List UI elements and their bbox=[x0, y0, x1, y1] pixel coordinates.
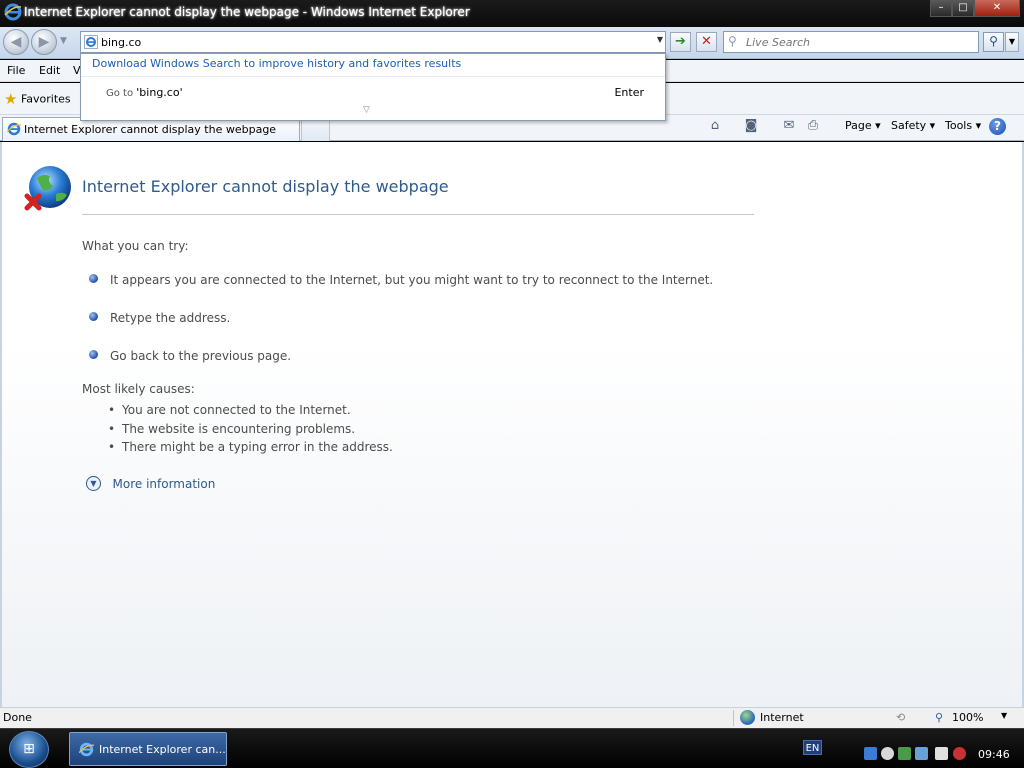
title-bar: Internet Explorer cannot display the web… bbox=[0, 0, 1024, 27]
bullet-icon bbox=[89, 274, 98, 283]
page-content: Internet Explorer cannot display the web… bbox=[0, 142, 1024, 707]
menu-file[interactable]: File bbox=[7, 64, 25, 77]
ie-page-icon bbox=[84, 35, 98, 49]
cause-item: • The website is encountering problems. bbox=[108, 422, 356, 436]
language-indicator[interactable]: EN bbox=[803, 740, 822, 755]
window-title: Internet Explorer cannot display the web… bbox=[24, 5, 470, 19]
search-options-icon[interactable]: ▼ bbox=[1005, 32, 1019, 52]
autocomplete-dropdown: Download Windows Search to improve histo… bbox=[80, 53, 666, 121]
address-dropdown-icon[interactable]: ▼ bbox=[657, 35, 663, 44]
search-box[interactable]: ⚲ bbox=[723, 31, 979, 53]
back-button[interactable]: ◀ bbox=[3, 29, 29, 55]
causes-heading: Most likely causes: bbox=[82, 382, 195, 396]
try-item: Retype the address. bbox=[110, 311, 231, 325]
search-button[interactable]: ⚲ bbox=[983, 32, 1004, 52]
download-windows-search-link[interactable]: Download Windows Search to improve histo… bbox=[92, 57, 461, 70]
bullet-icon bbox=[89, 312, 98, 321]
tools-menu[interactable]: Tools ▾ bbox=[945, 119, 981, 132]
help-icon[interactable]: ? bbox=[989, 118, 1006, 135]
taskbar: ⊞ Internet Explorer can... EN 09:46 bbox=[0, 728, 1024, 768]
enter-hint: Enter bbox=[614, 86, 644, 99]
page-background bbox=[2, 342, 1022, 707]
ie-page-icon bbox=[7, 122, 21, 136]
star-icon: ★ bbox=[4, 90, 18, 108]
status-divider bbox=[733, 710, 734, 726]
status-text: Done bbox=[3, 711, 32, 724]
stop-button[interactable]: ✕ bbox=[696, 32, 717, 52]
security-zone[interactable]: Internet bbox=[760, 711, 804, 724]
tray-app-icon[interactable] bbox=[935, 747, 948, 760]
internet-zone-icon bbox=[740, 710, 755, 725]
more-information-toggle[interactable]: ▼ More information bbox=[86, 476, 215, 491]
system-clock[interactable]: 09:46 bbox=[978, 748, 1010, 761]
page-menu[interactable]: Page ▾ bbox=[845, 119, 881, 132]
more-information-label: More information bbox=[112, 476, 216, 491]
address-bar[interactable]: ▼ bbox=[80, 31, 666, 53]
recent-pages-dropdown-icon[interactable]: ▼ bbox=[60, 36, 67, 46]
printer-icon[interactable]: ⎙ bbox=[804, 118, 822, 136]
search-icon: ⚲ bbox=[728, 34, 737, 48]
expand-suggestions-icon[interactable]: ▽ bbox=[363, 105, 370, 115]
forward-button[interactable]: ▶ bbox=[31, 29, 57, 55]
network-tray-icon[interactable] bbox=[864, 747, 877, 760]
start-button[interactable]: ⊞ bbox=[9, 731, 49, 768]
dropdown-divider bbox=[81, 76, 665, 77]
title-divider bbox=[82, 214, 754, 215]
maximize-button[interactable]: □ bbox=[952, 0, 974, 17]
cause-text: You are not connected to the Internet. bbox=[122, 403, 351, 417]
close-button[interactable]: ✕ bbox=[974, 0, 1020, 17]
search-input[interactable] bbox=[746, 34, 974, 50]
try-item: Go back to the previous page. bbox=[110, 349, 292, 363]
cause-text: The website is encountering problems. bbox=[122, 422, 356, 436]
url-input[interactable] bbox=[101, 34, 641, 50]
goto-prefix: Go to bbox=[106, 88, 134, 99]
status-bar: Done Internet ⟲ ⚲ 100% ▼ bbox=[0, 707, 1024, 728]
tab-title: Internet Explorer cannot display the web… bbox=[24, 123, 277, 136]
cause-item: • There might be a typing error in the ad… bbox=[108, 440, 393, 454]
go-button[interactable]: ➔ bbox=[670, 32, 691, 52]
minimize-button[interactable]: – bbox=[930, 0, 952, 17]
favorites-button[interactable]: ★ Favorites bbox=[4, 90, 71, 108]
favorites-label: Favorites bbox=[20, 92, 71, 106]
expand-arrow-icon: ▼ bbox=[86, 476, 101, 491]
rss-icon[interactable]: ◙ bbox=[742, 118, 760, 136]
tray-app-icon[interactable] bbox=[915, 747, 928, 760]
mail-icon[interactable]: ✉ bbox=[780, 118, 798, 136]
home-icon[interactable]: ⌂ bbox=[706, 118, 724, 136]
zoom-dropdown-icon[interactable]: ▼ bbox=[1001, 711, 1007, 720]
goto-suggestion[interactable]: Go to 'bing.co' bbox=[106, 86, 183, 99]
menu-edit[interactable]: Edit bbox=[39, 64, 60, 77]
safety-menu[interactable]: Safety ▾ bbox=[891, 119, 935, 132]
new-tab-button[interactable] bbox=[301, 118, 330, 141]
try-item: It appears you are connected to the Inte… bbox=[110, 273, 714, 287]
ie-logo-icon bbox=[79, 742, 94, 757]
globe-error-icon bbox=[24, 166, 71, 211]
page-title: Internet Explorer cannot display the web… bbox=[82, 177, 449, 196]
protected-mode-icon[interactable]: ⟲ bbox=[896, 711, 905, 724]
zoom-icon: ⚲ bbox=[935, 711, 944, 724]
taskbar-item-label: Internet Explorer can... bbox=[99, 743, 226, 756]
security-tray-icon[interactable] bbox=[953, 747, 966, 760]
zoom-level[interactable]: 100% bbox=[952, 711, 983, 724]
goto-query: 'bing.co' bbox=[136, 86, 183, 99]
taskbar-item-ie[interactable]: Internet Explorer can... bbox=[69, 732, 227, 766]
cause-text: There might be a typing error in the add… bbox=[122, 440, 393, 454]
cause-item: • You are not connected to the Internet. bbox=[108, 403, 351, 417]
ie-logo-icon bbox=[4, 3, 22, 21]
volume-tray-icon[interactable] bbox=[881, 747, 894, 760]
try-heading: What you can try: bbox=[82, 239, 189, 253]
bullet-icon bbox=[89, 350, 98, 359]
tray-app-icon[interactable] bbox=[898, 747, 911, 760]
